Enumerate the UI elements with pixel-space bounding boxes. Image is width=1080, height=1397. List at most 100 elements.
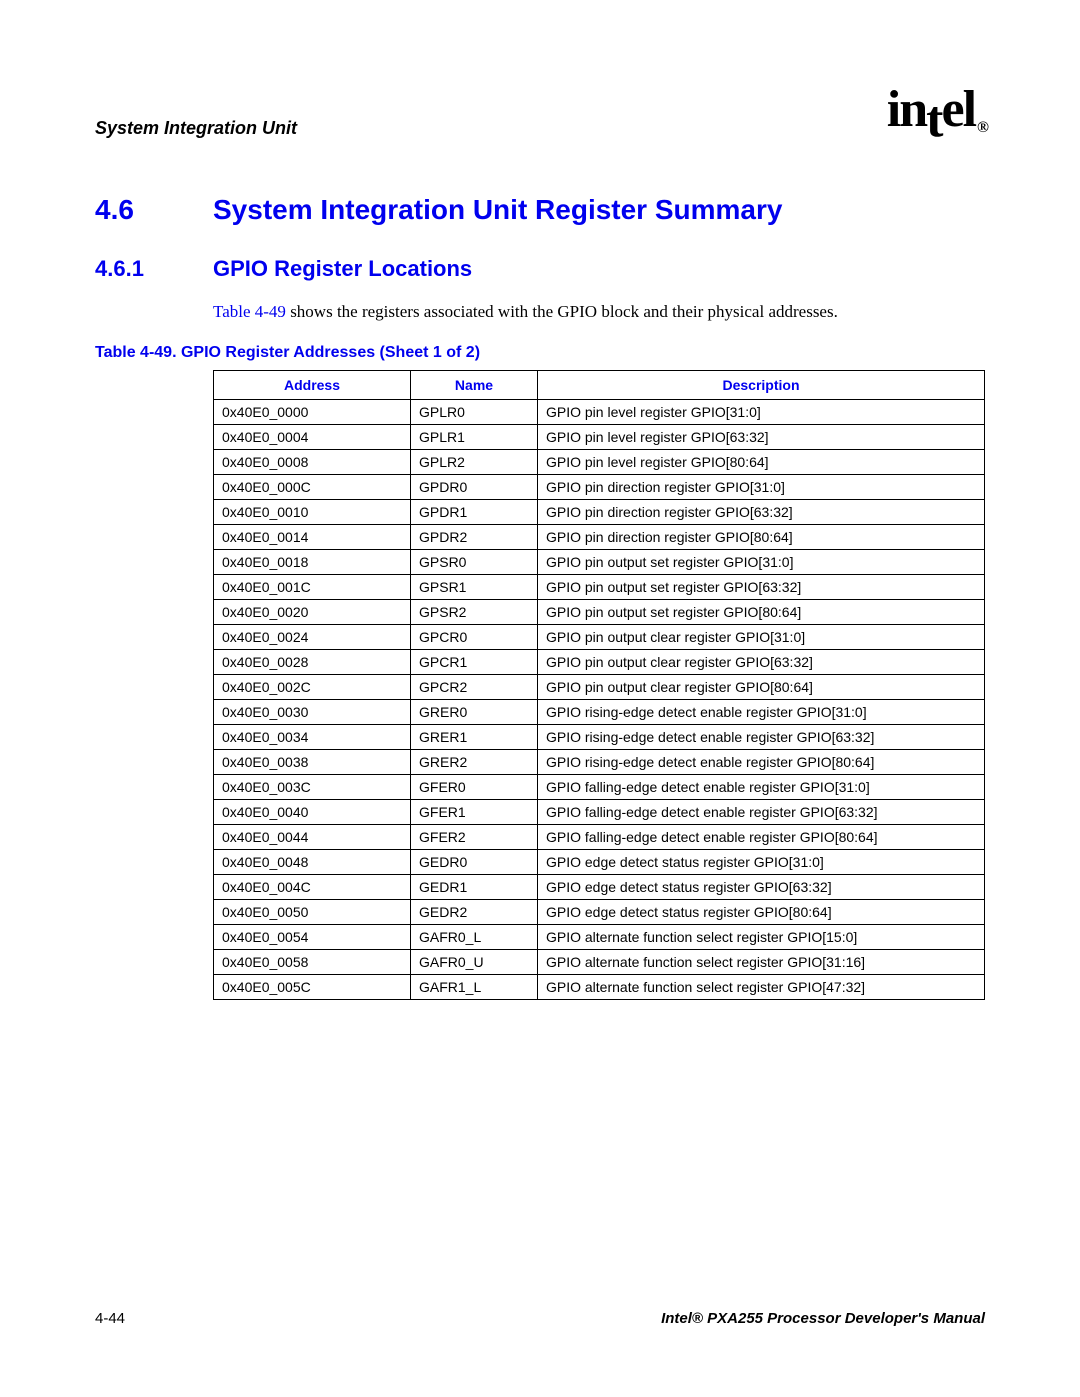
table-row: 0x40E0_000CGPDR0GPIO pin direction regis… [214,475,985,500]
cell-address: 0x40E0_0010 [214,500,411,525]
cell-description: GPIO falling-edge detect enable register… [538,800,985,825]
cell-address: 0x40E0_0034 [214,725,411,750]
table-cross-ref-link[interactable]: Table 4-49 [213,302,286,321]
cell-address: 0x40E0_0040 [214,800,411,825]
register-table: Address Name Description 0x40E0_0000GPLR… [213,370,985,1000]
table-row: 0x40E0_005CGAFR1_LGPIO alternate functio… [214,975,985,1000]
cell-description: GPIO edge detect status register GPIO[63… [538,875,985,900]
cell-name: GPDR2 [411,525,538,550]
cell-name: GRER2 [411,750,538,775]
cell-name: GFER0 [411,775,538,800]
section-heading: 4.6 System Integration Unit Register Sum… [95,194,985,226]
table-row: 0x40E0_0050GEDR2GPIO edge detect status … [214,900,985,925]
cell-address: 0x40E0_004C [214,875,411,900]
cell-address: 0x40E0_0018 [214,550,411,575]
col-header-name: Name [411,371,538,400]
page-number: 4-44 [95,1310,125,1327]
table-row: 0x40E0_0018GPSR0GPIO pin output set regi… [214,550,985,575]
table-row: 0x40E0_0000GPLR0GPIO pin level register … [214,400,985,425]
table-row: 0x40E0_002CGPCR2GPIO pin output clear re… [214,675,985,700]
cell-description: GPIO pin output clear register GPIO[63:3… [538,650,985,675]
table-row: 0x40E0_0020GPSR2GPIO pin output set regi… [214,600,985,625]
cell-address: 0x40E0_0054 [214,925,411,950]
cell-description: GPIO rising-edge detect enable register … [538,700,985,725]
cell-name: GEDR2 [411,900,538,925]
cell-name: GPCR2 [411,675,538,700]
cell-name: GPDR0 [411,475,538,500]
cell-name: GPLR2 [411,450,538,475]
table-row: 0x40E0_0014GPDR2GPIO pin direction regis… [214,525,985,550]
cell-description: GPIO rising-edge detect enable register … [538,750,985,775]
cell-name: GPLR1 [411,425,538,450]
cell-name: GFER2 [411,825,538,850]
table-row: 0x40E0_0028GPCR1GPIO pin output clear re… [214,650,985,675]
cell-description: GPIO pin direction register GPIO[31:0] [538,475,985,500]
cell-description: GPIO falling-edge detect enable register… [538,825,985,850]
cell-name: GRER1 [411,725,538,750]
cell-description: GPIO pin output set register GPIO[80:64] [538,600,985,625]
registered-mark: ® [977,119,987,136]
cell-name: GAFR0_L [411,925,538,950]
cell-name: GAFR1_L [411,975,538,1000]
cell-description: GPIO edge detect status register GPIO[80… [538,900,985,925]
cell-description: GPIO pin level register GPIO[80:64] [538,450,985,475]
cell-description: GPIO alternate function select register … [538,925,985,950]
cell-description: GPIO pin level register GPIO[31:0] [538,400,985,425]
subsection-title: GPIO Register Locations [213,256,472,282]
chapter-title: System Integration Unit [95,118,297,139]
table-row: 0x40E0_004CGEDR1GPIO edge detect status … [214,875,985,900]
table-row: 0x40E0_0040GFER1GPIO falling-edge detect… [214,800,985,825]
table-row: 0x40E0_0044GFER2GPIO falling-edge detect… [214,825,985,850]
cell-address: 0x40E0_0024 [214,625,411,650]
table-row: 0x40E0_0058GAFR0_UGPIO alternate functio… [214,950,985,975]
cell-name: GPSR0 [411,550,538,575]
subsection-heading: 4.6.1 GPIO Register Locations [95,256,985,282]
page-footer: 4-44 Intel® PXA255 Processor Developer's… [95,1310,985,1327]
col-header-address: Address [214,371,411,400]
table-row: 0x40E0_0038GRER2GPIO rising-edge detect … [214,750,985,775]
subsection-number: 4.6.1 [95,256,213,282]
cell-address: 0x40E0_0000 [214,400,411,425]
cell-address: 0x40E0_0058 [214,950,411,975]
table-row: 0x40E0_0030GRER0GPIO rising-edge detect … [214,700,985,725]
cell-address: 0x40E0_0020 [214,600,411,625]
cell-description: GPIO pin output clear register GPIO[80:6… [538,675,985,700]
cell-description: GPIO pin level register GPIO[63:32] [538,425,985,450]
table-row: 0x40E0_0004GPLR1GPIO pin level register … [214,425,985,450]
cell-description: GPIO edge detect status register GPIO[31… [538,850,985,875]
cell-address: 0x40E0_003C [214,775,411,800]
cell-address: 0x40E0_0014 [214,525,411,550]
table-row: 0x40E0_0054GAFR0_LGPIO alternate functio… [214,925,985,950]
cell-name: GPDR1 [411,500,538,525]
intel-logo: intel® [887,80,985,139]
cell-name: GPCR1 [411,650,538,675]
body-rest: shows the registers associated with the … [286,302,838,321]
cell-description: GPIO rising-edge detect enable register … [538,725,985,750]
table-row: 0x40E0_0048GEDR0GPIO edge detect status … [214,850,985,875]
cell-name: GPLR0 [411,400,538,425]
cell-address: 0x40E0_0050 [214,900,411,925]
cell-name: GPSR2 [411,600,538,625]
cell-description: GPIO pin direction register GPIO[63:32] [538,500,985,525]
table-row: 0x40E0_003CGFER0GPIO falling-edge detect… [214,775,985,800]
cell-description: GPIO pin output clear register GPIO[31:0… [538,625,985,650]
manual-title: Intel® PXA255 Processor Developer's Manu… [661,1310,985,1327]
cell-description: GPIO pin output set register GPIO[63:32] [538,575,985,600]
cell-address: 0x40E0_0048 [214,850,411,875]
cell-address: 0x40E0_0044 [214,825,411,850]
cell-address: 0x40E0_005C [214,975,411,1000]
cell-description: GPIO pin direction register GPIO[80:64] [538,525,985,550]
cell-address: 0x40E0_0038 [214,750,411,775]
cell-address: 0x40E0_001C [214,575,411,600]
cell-name: GEDR1 [411,875,538,900]
table-header-row: Address Name Description [214,371,985,400]
body-paragraph: Table 4-49 shows the registers associate… [213,302,985,322]
cell-name: GFER1 [411,800,538,825]
table-row: 0x40E0_001CGPSR1GPIO pin output set regi… [214,575,985,600]
cell-description: GPIO pin output set register GPIO[31:0] [538,550,985,575]
cell-address: 0x40E0_0004 [214,425,411,450]
cell-description: GPIO falling-edge detect enable register… [538,775,985,800]
table-caption: Table 4-49. GPIO Register Addresses (She… [95,344,985,362]
cell-address: 0x40E0_0028 [214,650,411,675]
cell-address: 0x40E0_002C [214,675,411,700]
